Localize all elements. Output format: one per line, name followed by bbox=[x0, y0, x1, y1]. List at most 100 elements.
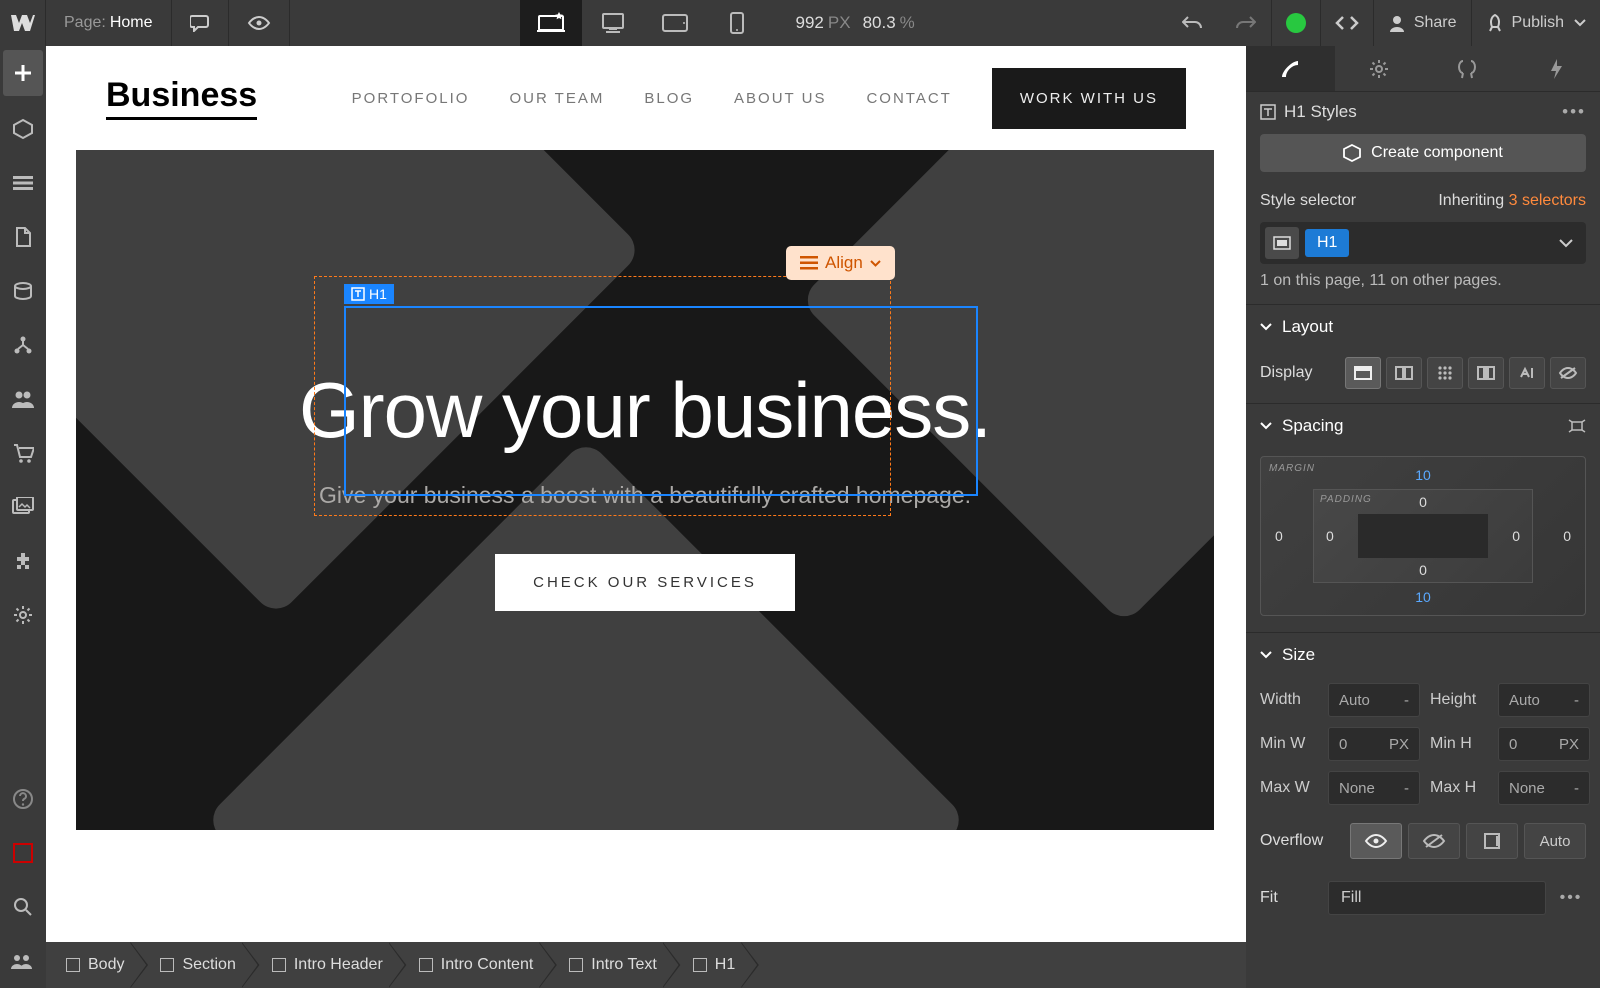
height-label: Height bbox=[1430, 691, 1488, 709]
minw-input[interactable]: 0PX bbox=[1328, 727, 1420, 761]
canvas[interactable]: Business PORTOFOLIO OUR TEAM BLOG ABOUT … bbox=[46, 46, 1246, 942]
share-button[interactable]: Share bbox=[1373, 0, 1471, 46]
pages-button[interactable] bbox=[0, 210, 46, 264]
brand-logo[interactable]: Business bbox=[106, 76, 257, 120]
code-export-button[interactable] bbox=[1320, 0, 1373, 46]
audit-button[interactable] bbox=[0, 934, 46, 988]
device-desktop-star[interactable] bbox=[520, 0, 582, 46]
inheriting-info[interactable]: Inheriting 3 selectors bbox=[1438, 192, 1586, 210]
nav-link[interactable]: ABOUT US bbox=[734, 90, 826, 107]
padding-left[interactable]: 0 bbox=[1326, 528, 1334, 544]
create-component-button[interactable]: Create component bbox=[1260, 134, 1586, 172]
device-tablet[interactable] bbox=[644, 0, 706, 46]
symbols-button[interactable] bbox=[0, 102, 46, 156]
maxw-input[interactable]: None- bbox=[1328, 771, 1420, 805]
breadcrumb-item[interactable]: Section bbox=[140, 942, 251, 988]
padding-bottom[interactable]: 0 bbox=[1419, 562, 1427, 578]
padding-top[interactable]: 0 bbox=[1419, 494, 1427, 510]
section-layout-header[interactable]: Layout bbox=[1246, 305, 1600, 349]
nav-link[interactable]: PORTOFOLIO bbox=[352, 90, 470, 107]
video-button[interactable] bbox=[0, 826, 46, 880]
margin-top[interactable]: 10 bbox=[1415, 467, 1431, 483]
selector-state-button[interactable] bbox=[1265, 227, 1299, 259]
breadcrumb-bar: Body Section Intro Header Intro Content … bbox=[46, 942, 1246, 988]
overflow-hidden[interactable] bbox=[1408, 823, 1460, 859]
nav-link[interactable]: OUR TEAM bbox=[509, 90, 604, 107]
nav-cta-button[interactable]: WORK WITH US bbox=[992, 68, 1186, 129]
breadcrumb-item[interactable]: Intro Content bbox=[399, 942, 550, 988]
comments-button[interactable] bbox=[172, 0, 229, 46]
device-mobile[interactable] bbox=[706, 0, 768, 46]
breadcrumb-item[interactable]: Intro Header bbox=[252, 942, 399, 988]
assets-button[interactable] bbox=[0, 480, 46, 534]
fit-label: Fit bbox=[1260, 889, 1318, 907]
nav-link[interactable]: BLOG bbox=[644, 90, 694, 107]
spacing-box-model[interactable]: MARGIN 10 0 10 0 PADDING 0 0 0 0 bbox=[1260, 456, 1586, 616]
element-box-icon bbox=[66, 958, 80, 972]
hero-cta-button[interactable]: CHECK OUR SERVICES bbox=[495, 554, 795, 611]
display-inline[interactable] bbox=[1509, 357, 1545, 389]
ecommerce-button[interactable] bbox=[0, 426, 46, 480]
navigator-button[interactable] bbox=[0, 156, 46, 210]
display-block[interactable] bbox=[1345, 357, 1381, 389]
apps-button[interactable] bbox=[0, 534, 46, 588]
padding-right[interactable]: 0 bbox=[1512, 528, 1520, 544]
section-spacing-header[interactable]: Spacing bbox=[1246, 404, 1600, 448]
margin-right[interactable]: 0 bbox=[1563, 528, 1571, 544]
width-input[interactable]: Auto- bbox=[1328, 683, 1420, 717]
display-none[interactable] bbox=[1550, 357, 1586, 389]
redo-button[interactable] bbox=[1219, 0, 1271, 46]
text-element-icon bbox=[351, 287, 365, 301]
webflow-logo[interactable] bbox=[0, 0, 46, 46]
display-grid[interactable] bbox=[1427, 357, 1463, 389]
selector-input[interactable]: H1 bbox=[1260, 222, 1586, 264]
maxh-input[interactable]: None- bbox=[1498, 771, 1590, 805]
record-icon bbox=[13, 843, 33, 863]
breadcrumb-item[interactable]: Body bbox=[46, 942, 140, 988]
display-inline-block[interactable] bbox=[1468, 357, 1504, 389]
selection-label[interactable]: H1 bbox=[344, 284, 394, 304]
tab-settings[interactable] bbox=[1335, 46, 1424, 91]
hero-section[interactable]: Grow your business. Give your business a… bbox=[76, 150, 1214, 830]
preview-button[interactable] bbox=[229, 0, 290, 46]
cms-button[interactable] bbox=[0, 264, 46, 318]
fit-select[interactable]: Fill bbox=[1328, 881, 1546, 915]
panel-title-row: H1 Styles ••• bbox=[1246, 92, 1600, 126]
margin-bottom[interactable]: 10 bbox=[1415, 589, 1431, 605]
overflow-visible[interactable] bbox=[1350, 823, 1402, 859]
display-flex[interactable] bbox=[1386, 357, 1422, 389]
overflow-auto[interactable]: Auto bbox=[1524, 823, 1586, 859]
margin-left[interactable]: 0 bbox=[1275, 528, 1283, 544]
help-button[interactable] bbox=[0, 772, 46, 826]
selector-tag[interactable]: H1 bbox=[1305, 229, 1349, 257]
search-button[interactable] bbox=[0, 880, 46, 934]
breadcrumb-item[interactable]: H1 bbox=[673, 942, 751, 988]
device-desktop[interactable] bbox=[582, 0, 644, 46]
maxw-label: Max W bbox=[1260, 779, 1318, 797]
publish-label: Publish bbox=[1512, 14, 1564, 32]
selector-dropdown[interactable] bbox=[1551, 239, 1581, 248]
align-popover[interactable]: Align bbox=[786, 246, 895, 280]
panel-more-button[interactable]: ••• bbox=[1562, 102, 1586, 122]
section-size-header[interactable]: Size bbox=[1246, 633, 1600, 677]
users-button[interactable] bbox=[0, 372, 46, 426]
minh-input[interactable]: 0PX bbox=[1498, 727, 1590, 761]
fit-more-button[interactable]: ••• bbox=[1556, 889, 1586, 907]
add-element-button[interactable] bbox=[3, 50, 43, 96]
spacing-expand-button[interactable] bbox=[1568, 419, 1586, 433]
undo-button[interactable] bbox=[1167, 0, 1219, 46]
page-picker[interactable]: Page: Home bbox=[46, 0, 172, 46]
breadcrumb-item[interactable]: Intro Text bbox=[549, 942, 673, 988]
overflow-scroll[interactable] bbox=[1466, 823, 1518, 859]
overflow-label: Overflow bbox=[1260, 832, 1323, 850]
nav-link[interactable]: CONTACT bbox=[866, 90, 951, 107]
publish-button[interactable]: Publish bbox=[1471, 0, 1600, 46]
tab-effects[interactable] bbox=[1512, 46, 1600, 91]
minw-label: Min W bbox=[1260, 735, 1318, 753]
settings-button[interactable] bbox=[0, 588, 46, 642]
height-input[interactable]: Auto- bbox=[1498, 683, 1590, 717]
tab-interactions[interactable] bbox=[1423, 46, 1512, 91]
status-indicator[interactable] bbox=[1271, 0, 1320, 46]
tab-style[interactable] bbox=[1246, 46, 1335, 91]
logic-button[interactable] bbox=[0, 318, 46, 372]
